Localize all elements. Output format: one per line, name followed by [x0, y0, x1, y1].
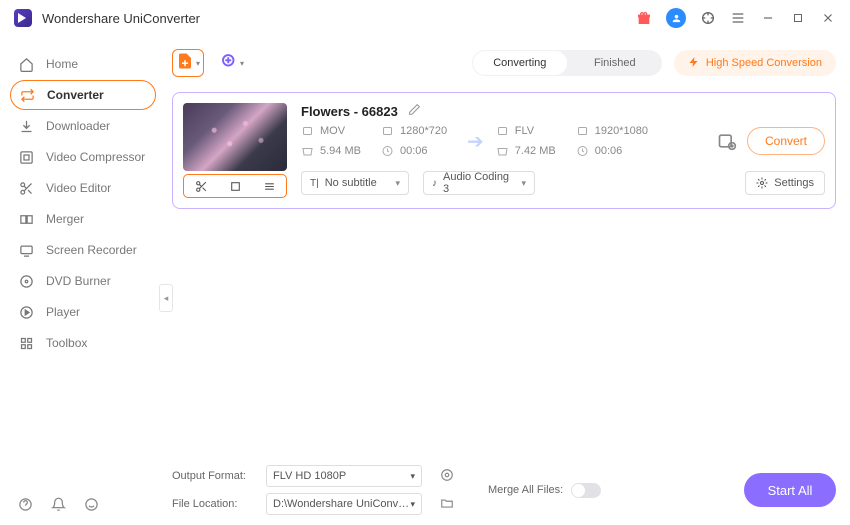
video-thumbnail[interactable]	[183, 103, 287, 171]
file-location-select[interactable]: D:\Wondershare UniConverter 1▾	[266, 493, 422, 515]
sidebar: Home Converter Downloader Video Compress…	[0, 36, 166, 525]
sidebar-item-label: Player	[46, 305, 80, 319]
high-speed-label: High Speed Conversion	[706, 57, 822, 69]
app-title: Wondershare UniConverter	[42, 11, 200, 26]
minimize-icon[interactable]	[760, 10, 776, 26]
sidebar-item-toolbox[interactable]: Toolbox	[0, 328, 166, 358]
src-res: 1280*720	[400, 125, 447, 137]
sidebar-item-converter[interactable]: Converter	[10, 80, 156, 110]
tab-converting[interactable]: Converting	[473, 51, 567, 75]
high-speed-toggle[interactable]: High Speed Conversion	[674, 50, 836, 76]
download-icon	[18, 119, 34, 134]
open-folder-icon[interactable]	[440, 496, 454, 513]
bell-icon[interactable]	[51, 497, 66, 515]
crop-button[interactable]	[218, 175, 252, 197]
menu-icon[interactable]	[730, 10, 746, 26]
start-all-button[interactable]: Start All	[744, 473, 836, 507]
merge-toggle[interactable]	[571, 483, 601, 498]
dst-format: FLV	[515, 125, 534, 137]
app-logo	[14, 9, 32, 27]
compressor-icon	[18, 150, 34, 165]
sidebar-item-label: Home	[46, 57, 78, 71]
add-files-button[interactable]: ▾	[172, 49, 204, 77]
arrow-icon: ➔	[467, 129, 484, 154]
help-icon[interactable]	[18, 497, 33, 515]
sidebar-item-home[interactable]: Home	[0, 49, 166, 79]
dst-res: 1920*1080	[595, 125, 648, 137]
home-icon	[18, 57, 34, 72]
sidebar-item-label: Screen Recorder	[46, 243, 137, 257]
add-file-icon	[176, 52, 194, 75]
subtitle-select[interactable]: T|No subtitle▾	[301, 171, 409, 195]
audio-select[interactable]: ♪Audio Coding 3▾	[423, 171, 535, 195]
sidebar-item-compressor[interactable]: Video Compressor	[0, 142, 166, 172]
output-format-value: FLV HD 1080P	[273, 470, 346, 482]
sidebar-item-label: Video Editor	[46, 181, 111, 195]
sidebar-item-label: Downloader	[46, 119, 110, 133]
src-format: MOV	[320, 125, 345, 137]
sidebar-item-label: DVD Burner	[46, 274, 111, 288]
add-url-button[interactable]: ▾	[216, 49, 248, 77]
trim-button[interactable]	[184, 175, 218, 197]
audio-value: Audio Coding 3	[443, 171, 515, 195]
converter-icon	[19, 88, 35, 103]
add-url-icon	[220, 52, 238, 75]
sidebar-item-recorder[interactable]: Screen Recorder	[0, 235, 166, 265]
output-format-select[interactable]: FLV HD 1080P▾	[266, 465, 422, 487]
file-location-value: D:\Wondershare UniConverter 1	[273, 498, 410, 510]
sidebar-item-dvd[interactable]: DVD Burner	[0, 266, 166, 296]
dst-dur: 00:06	[595, 145, 623, 157]
bolt-icon	[688, 56, 700, 71]
recorder-icon	[18, 243, 34, 258]
output-format-label: Output Format:	[172, 470, 256, 482]
dst-size: 7.42 MB	[515, 145, 556, 157]
subtitle-value: No subtitle	[325, 177, 377, 189]
sidebar-item-downloader[interactable]: Downloader	[0, 111, 166, 141]
settings-button[interactable]: Settings	[745, 171, 825, 195]
tab-group: Converting Finished	[472, 50, 662, 76]
sidebar-item-label: Merger	[46, 212, 84, 226]
scissors-icon	[18, 181, 34, 196]
collapse-sidebar-button[interactable]: ◂	[159, 284, 173, 312]
file-card: Flowers - 66823 MOV 5.94 MB 1280*720 00:…	[172, 92, 836, 209]
output-settings-icon[interactable]	[717, 131, 737, 151]
user-avatar[interactable]	[666, 8, 686, 28]
feedback-icon[interactable]	[84, 497, 99, 515]
sidebar-item-player[interactable]: Player	[0, 297, 166, 327]
sidebar-item-editor[interactable]: Video Editor	[0, 173, 166, 203]
play-icon	[18, 305, 34, 320]
sidebar-item-merger[interactable]: Merger	[0, 204, 166, 234]
src-dur: 00:06	[400, 145, 428, 157]
sidebar-item-label: Toolbox	[46, 336, 87, 350]
settings-label: Settings	[774, 177, 814, 189]
maximize-icon[interactable]	[790, 10, 806, 26]
format-settings-icon[interactable]	[440, 468, 454, 485]
chevron-down-icon: ▾	[196, 59, 200, 68]
gift-icon[interactable]	[636, 10, 652, 26]
file-location-label: File Location:	[172, 498, 256, 510]
disc-icon	[18, 274, 34, 289]
convert-button[interactable]: Convert	[747, 127, 825, 155]
src-size: 5.94 MB	[320, 145, 361, 157]
close-icon[interactable]	[820, 10, 836, 26]
merger-icon	[18, 212, 34, 227]
edit-title-icon[interactable]	[408, 103, 421, 119]
tab-finished[interactable]: Finished	[568, 50, 662, 76]
chevron-down-icon: ▾	[240, 59, 244, 68]
sidebar-item-label: Converter	[47, 88, 104, 102]
sidebar-item-label: Video Compressor	[46, 150, 145, 164]
merge-label: Merge All Files:	[488, 484, 563, 496]
support-icon[interactable]	[700, 10, 716, 26]
effects-button[interactable]	[252, 175, 286, 197]
file-title: Flowers - 66823	[301, 104, 398, 119]
grid-icon	[18, 336, 34, 351]
